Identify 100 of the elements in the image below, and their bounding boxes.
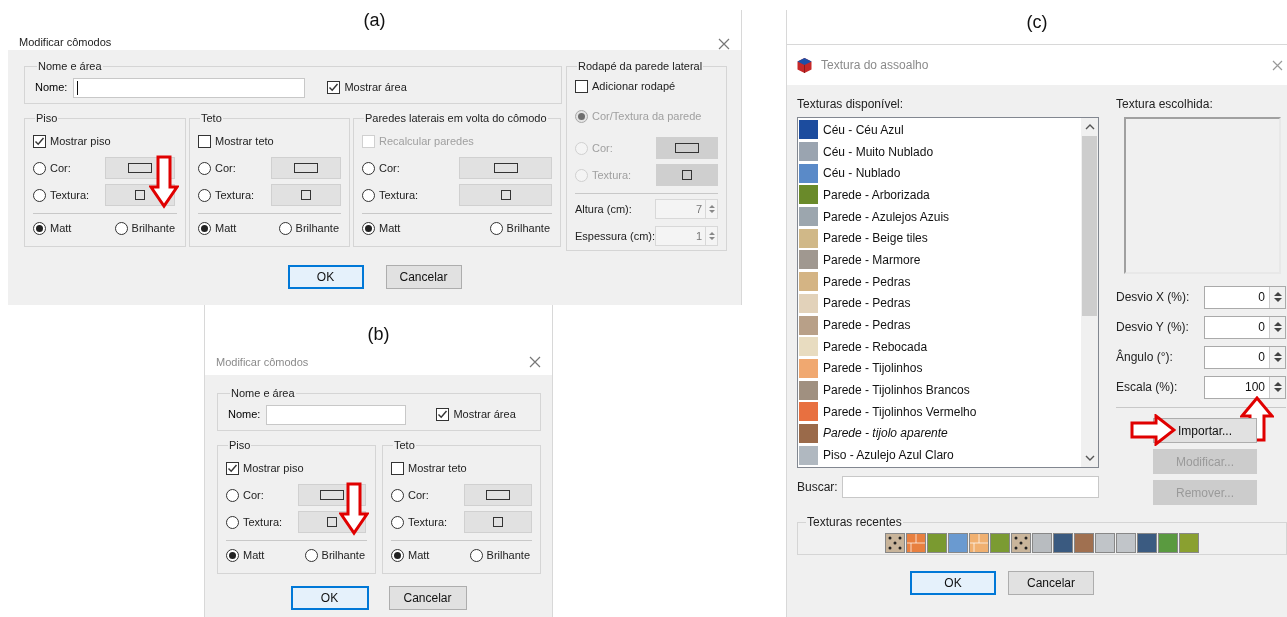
radio-button[interactable]: Textura: bbox=[33, 186, 105, 204]
texture-list-item[interactable]: Parede - Tijolinhos Brancos bbox=[799, 379, 1081, 401]
texture-thumbnail[interactable] bbox=[1137, 533, 1157, 553]
dialog-button[interactable]: Cancelar bbox=[1008, 571, 1094, 595]
texture-thumbnail[interactable] bbox=[906, 533, 926, 553]
texture-list-item[interactable]: Parede - Marmore bbox=[799, 249, 1081, 271]
scrollbar-thumb[interactable] bbox=[1082, 136, 1097, 316]
texture-thumbnail[interactable] bbox=[990, 533, 1010, 553]
radio-button[interactable]: Textura: bbox=[362, 186, 459, 204]
radio-button[interactable]: Brilhante bbox=[304, 547, 365, 564]
texture-list-item[interactable]: Parede - Beige tiles bbox=[799, 227, 1081, 250]
name-field[interactable] bbox=[73, 77, 306, 98]
checkbox[interactable]: Mostrar área bbox=[327, 79, 407, 96]
texture-list-item[interactable]: Parede - Azulejos Azuis bbox=[799, 205, 1081, 228]
texture-thumbnail[interactable] bbox=[927, 533, 947, 553]
field-label: Desvio X (%): bbox=[1116, 289, 1190, 306]
radio-button[interactable]: Cor: bbox=[198, 159, 271, 177]
swatch-button[interactable] bbox=[656, 137, 719, 159]
field-label: Nome: bbox=[35, 80, 68, 96]
square-icon bbox=[301, 190, 311, 200]
swatch-button[interactable] bbox=[459, 184, 552, 206]
cube-icon bbox=[796, 56, 813, 74]
texture-thumbnail[interactable] bbox=[885, 533, 905, 553]
texture-list-item[interactable]: Parede - Pedras bbox=[799, 314, 1081, 336]
number-spinner[interactable]: 0 bbox=[1204, 285, 1286, 309]
field-label: Espessura (cm): bbox=[575, 228, 656, 244]
radio-button[interactable]: Matt bbox=[226, 547, 265, 564]
list-label: Texturas disponível: bbox=[797, 96, 905, 113]
dialog-button[interactable]: OK bbox=[290, 586, 369, 610]
radio-button[interactable]: Cor: bbox=[362, 159, 459, 177]
check-icon bbox=[34, 136, 45, 147]
scrollbar[interactable] bbox=[1081, 118, 1098, 467]
texture-list-item[interactable]: Parede - Rebocada bbox=[799, 335, 1081, 358]
texture-list-item[interactable]: Céu - Muito Nublado bbox=[799, 140, 1081, 163]
checkbox[interactable]: Adicionar rodapé bbox=[575, 78, 676, 95]
radio-button[interactable]: Brilhante bbox=[489, 220, 550, 237]
texture-list-item[interactable]: Parede - Pedras bbox=[799, 270, 1081, 293]
close-icon[interactable] bbox=[529, 356, 541, 368]
texture-list-item[interactable]: Parede - Arborizada bbox=[799, 184, 1081, 206]
rectangle-icon bbox=[486, 490, 510, 500]
texture-list-item[interactable]: Parede - Tijolinhos Vermelho bbox=[799, 400, 1081, 423]
texture-thumbnail[interactable] bbox=[1074, 533, 1094, 553]
checkbox[interactable]: Mostrar piso bbox=[226, 460, 304, 477]
texture-thumbnail[interactable] bbox=[1095, 533, 1115, 553]
swatch-button[interactable] bbox=[464, 484, 532, 506]
radio-button[interactable]: Textura: bbox=[226, 513, 298, 531]
close-icon[interactable] bbox=[718, 38, 730, 50]
radio-button[interactable]: Matt bbox=[391, 547, 430, 564]
radio-button[interactable]: Cor: bbox=[226, 486, 298, 504]
swatch-button[interactable] bbox=[271, 157, 341, 179]
swatch-button[interactable] bbox=[459, 157, 552, 179]
radio-button[interactable]: Matt bbox=[198, 220, 237, 237]
checkbox[interactable]: Mostrar área bbox=[436, 406, 516, 423]
texture-thumbnail[interactable] bbox=[1158, 533, 1178, 553]
dialog-button[interactable]: OK bbox=[910, 571, 996, 595]
name-field[interactable] bbox=[266, 404, 407, 425]
swatch-button[interactable] bbox=[656, 164, 719, 186]
radio-button[interactable]: Brilhante bbox=[278, 220, 339, 237]
dialog-button[interactable]: Cancelar bbox=[385, 265, 462, 289]
radio-button[interactable]: Brilhante bbox=[114, 220, 175, 237]
radio-button[interactable]: Textura: bbox=[391, 513, 464, 531]
radio-button[interactable]: Cor: bbox=[33, 159, 105, 177]
field-label: Altura (cm): bbox=[575, 201, 632, 217]
texture-list-item[interactable]: Parede - tijolo aparente bbox=[799, 422, 1081, 445]
number-spinner[interactable]: 100 bbox=[1204, 375, 1286, 399]
texture-list-item[interactable]: Parede - Tijolinhos bbox=[799, 357, 1081, 380]
number-spinner[interactable]: 0 bbox=[1204, 315, 1286, 339]
square-icon bbox=[135, 190, 145, 200]
texture-thumbnail[interactable] bbox=[1053, 533, 1073, 553]
texture-thumbnail[interactable] bbox=[1032, 533, 1052, 553]
dialog-button[interactable]: Cancelar bbox=[388, 586, 467, 610]
search-field[interactable] bbox=[841, 476, 1099, 498]
group-label: Rodapé da parede lateral bbox=[577, 59, 704, 74]
radio-button[interactable]: Brilhante bbox=[469, 547, 530, 564]
radio-button[interactable]: Textura: bbox=[198, 186, 271, 204]
swatch-button[interactable] bbox=[271, 184, 341, 206]
texture-list-item[interactable]: Parede - Pedras bbox=[799, 292, 1081, 315]
texture-thumbnail[interactable] bbox=[948, 533, 968, 553]
texture-list-item[interactable]: Piso - Azulejo Azul Claro bbox=[799, 444, 1081, 466]
texture-thumbnail[interactable] bbox=[1179, 533, 1199, 553]
figure-caption: (a) bbox=[363, 10, 386, 30]
checkbox[interactable]: Mostrar teto bbox=[391, 460, 467, 477]
texture-thumbnail[interactable] bbox=[969, 533, 989, 553]
texture-thumbnail[interactable] bbox=[1011, 533, 1031, 553]
pointer-arrow bbox=[339, 481, 369, 536]
radio-button[interactable]: Matt bbox=[33, 220, 72, 237]
figure-caption: (c) bbox=[1026, 11, 1048, 34]
number-spinner[interactable]: 0 bbox=[1204, 345, 1286, 369]
dialog-button[interactable]: OK bbox=[287, 265, 364, 289]
swatch-button[interactable] bbox=[464, 511, 532, 533]
check-icon bbox=[227, 463, 238, 474]
field-label: Buscar: bbox=[797, 479, 838, 496]
radio-button[interactable]: Cor: bbox=[391, 486, 464, 504]
texture-thumbnail[interactable] bbox=[1116, 533, 1136, 553]
texture-list-item[interactable]: Céu - Nublado bbox=[799, 162, 1081, 185]
close-icon[interactable] bbox=[1272, 59, 1283, 71]
checkbox[interactable]: Mostrar teto bbox=[198, 133, 274, 150]
radio-button[interactable]: Matt bbox=[362, 220, 401, 237]
texture-list-item[interactable]: Céu - Céu Azul bbox=[799, 119, 1081, 141]
checkbox[interactable]: Mostrar piso bbox=[33, 133, 111, 150]
